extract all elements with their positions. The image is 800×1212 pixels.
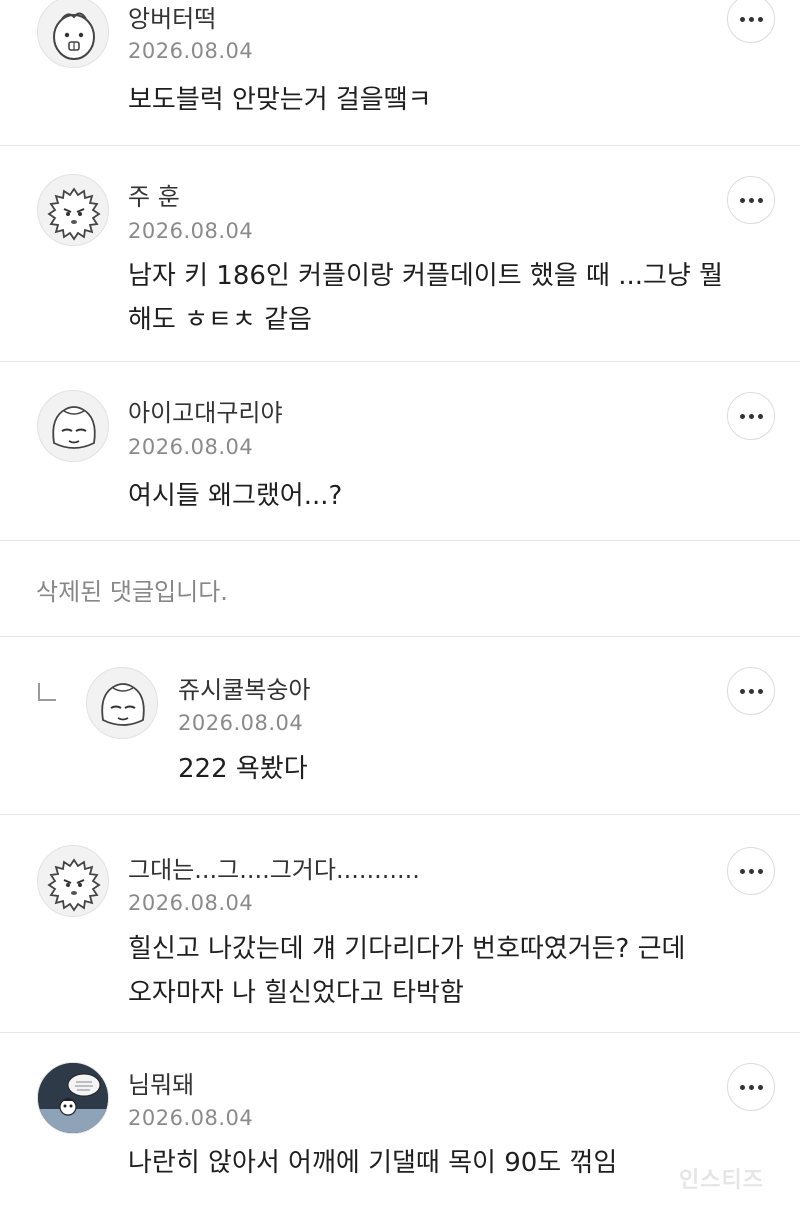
comic-photo-avatar[interactable] (37, 1062, 109, 1134)
ellipsis-icon (739, 413, 763, 419)
comment-text: 남자 키 186인 커플이랑 커플데이트 했을 때 ...그냥 뭘 해도 ㅎㅌㅊ… (128, 261, 724, 335)
ellipsis-icon (739, 688, 763, 694)
comment-date: 2026.08.04 (128, 891, 254, 915)
comment-item: 주 훈 2026.08.04 남자 키 186인 커플이랑 커플데이트 했을 때… (0, 146, 800, 361)
comment-text: 222 욕봤다 (178, 754, 308, 784)
comment-item: 앙버터떡 2026.08.04 보도블럭 안맞는거 걸을땤ㅋ (0, 0, 800, 145)
comment-nickname[interactable]: 앙버터떡 (128, 4, 216, 34)
ellipsis-icon (739, 197, 763, 203)
comment-nickname[interactable]: 아이고대구리야 (128, 398, 283, 428)
comment-text: 힐신고 나갔는데 걔 기다리다가 번호따였거든? 근데 오자마자 나 힐신었다고… (128, 934, 686, 1008)
more-options-button[interactable] (727, 176, 775, 224)
bread-face-avatar[interactable] (37, 0, 109, 68)
more-options-button[interactable] (727, 1063, 775, 1111)
deleted-comment-text: 삭제된 댓글입니다. (36, 578, 228, 606)
comment-nickname[interactable]: 그대는...그....그거다........... (128, 855, 420, 885)
comment-date: 2026.08.04 (128, 435, 254, 459)
ellipsis-icon (739, 1084, 763, 1090)
comment-date: 2026.08.04 (128, 39, 254, 63)
comment-nickname[interactable]: 쥬시쿨복숭아 (178, 675, 310, 705)
site-watermark: 인스티즈 (679, 1168, 764, 1193)
comment-date: 2026.08.04 (178, 711, 304, 735)
deleted-comment: 삭제된 댓글입니다. (0, 541, 800, 636)
sleepy-fox-avatar[interactable] (86, 667, 158, 739)
ellipsis-icon (739, 16, 763, 22)
comment-item: 아이고대구리야 2026.08.04 여시들 왜그랬어...? (0, 362, 800, 540)
reply-arrow-icon (38, 683, 56, 701)
ellipsis-icon (739, 868, 763, 874)
hedgehog-avatar[interactable] (37, 845, 109, 917)
comment-item: 그대는...그....그거다........... 2026.08.04 힐신고… (0, 815, 800, 1032)
comment-text: 여시들 왜그랬어...? (128, 481, 343, 511)
more-options-button[interactable] (727, 392, 775, 440)
more-options-button[interactable] (727, 667, 775, 715)
comment-date: 2026.08.04 (128, 1106, 254, 1130)
comment-nickname[interactable]: 님뭐돼 (128, 1070, 194, 1100)
comment-date: 2026.08.04 (128, 219, 254, 243)
more-options-button[interactable] (727, 847, 775, 895)
comment-nickname[interactable]: 주 훈 (128, 182, 180, 212)
comment-text: 보도블럭 안맞는거 걸을땤ㅋ (128, 85, 432, 115)
reply-comment-item: 쥬시쿨복숭아 2026.08.04 222 욕봤다 (0, 637, 800, 814)
more-options-button[interactable] (727, 0, 775, 43)
hedgehog-avatar[interactable] (37, 174, 109, 246)
sleepy-fox-avatar[interactable] (37, 390, 109, 462)
